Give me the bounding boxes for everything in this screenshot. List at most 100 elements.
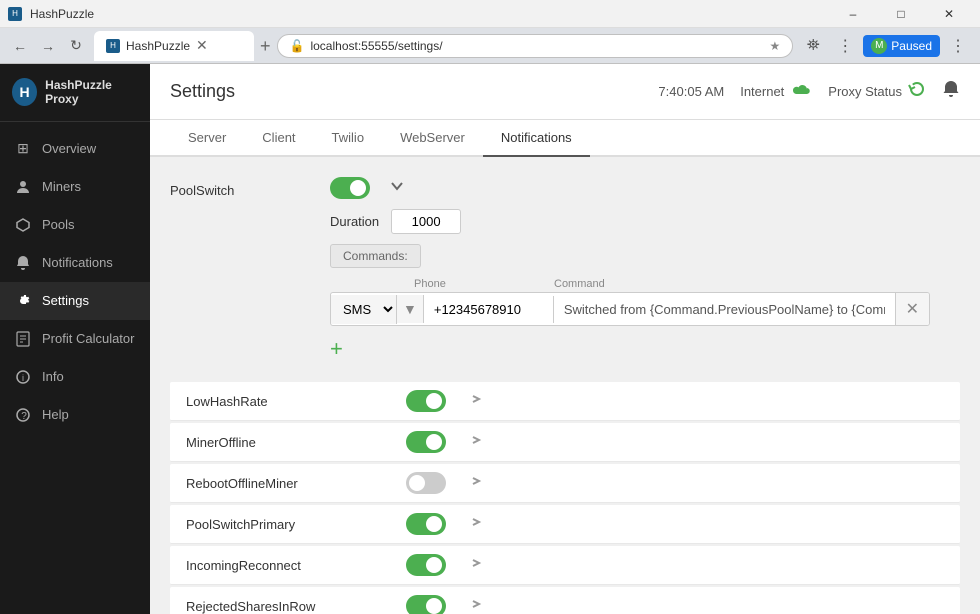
pool-switch-label: PoolSwitch (170, 177, 330, 198)
settings-nav-icon (14, 292, 32, 310)
bell-icon[interactable] (942, 80, 960, 103)
maximize-button[interactable]: □ (878, 0, 924, 28)
sidebar-label-profit-calculator: Profit Calculator (42, 331, 134, 346)
tab-webserver[interactable]: WebServer (382, 120, 483, 157)
reboot-offline-miner-expand[interactable] (470, 474, 482, 492)
miners-icon (14, 178, 32, 196)
proxy-status: Proxy Status (828, 80, 926, 103)
sidebar-logo: H HashPuzzle Proxy (0, 64, 150, 122)
sidebar-label-info: Info (42, 369, 64, 384)
browser-toolbar: ← → ↻ H HashPuzzle ✕ + 🔓 localhost:55555… (0, 28, 980, 64)
low-hash-rate-expand[interactable] (470, 392, 482, 410)
internet-status: Internet (740, 81, 812, 102)
page-header: Settings 7:40:05 AM Internet Proxy Statu… (150, 64, 980, 120)
incoming-reconnect-toggle[interactable] (406, 554, 446, 576)
sidebar-item-notifications[interactable]: Notifications (0, 244, 150, 282)
add-sms-button[interactable]: + (330, 336, 960, 362)
sidebar-item-miners[interactable]: Miners (0, 168, 150, 206)
duration-label: Duration (330, 214, 379, 229)
new-tab-button[interactable]: + (260, 37, 271, 55)
sidebar-label-notifications: Notifications (42, 255, 113, 270)
svg-text:?: ? (21, 411, 27, 422)
extensions-icon[interactable]: ⛯ (799, 32, 827, 60)
logo-text: HashPuzzle Proxy (45, 78, 138, 107)
overview-icon: ⊞ (14, 140, 32, 158)
tab-close-icon[interactable]: ✕ (196, 37, 208, 54)
list-item: RebootOfflineMiner (170, 464, 960, 503)
proxy-refresh-icon[interactable] (908, 80, 926, 103)
notification-items-list: LowHashRate MinerOffline (170, 382, 960, 614)
notifications-icon (14, 254, 32, 272)
incoming-reconnect-label: IncomingReconnect (186, 558, 406, 573)
user-avatar: M (871, 38, 887, 54)
sidebar-item-overview[interactable]: ⊞ Overview (0, 130, 150, 168)
profit-calculator-icon (14, 330, 32, 348)
close-button[interactable]: ✕ (926, 0, 972, 28)
cloud-icon (788, 81, 812, 102)
address-bar[interactable]: 🔓 localhost:55555/settings/ ★ (277, 34, 794, 58)
tab-title: HashPuzzle (126, 39, 190, 53)
content-area: PoolSwitch Duration (150, 157, 980, 614)
title-bar: H HashPuzzle – □ ✕ (0, 0, 980, 28)
app-favicon: H (8, 7, 22, 21)
sidebar-label-miners: Miners (42, 179, 81, 194)
pool-switch-primary-label: PoolSwitchPrimary (186, 517, 406, 532)
forward-button[interactable]: → (36, 34, 60, 58)
logo-icon: H (12, 78, 37, 106)
back-button[interactable]: ← (8, 34, 32, 58)
browser-tab[interactable]: H HashPuzzle ✕ (94, 31, 254, 61)
sidebar-item-pools[interactable]: Pools (0, 206, 150, 244)
pool-switch-primary-toggle[interactable] (406, 513, 446, 535)
sidebar-item-profit-calculator[interactable]: Profit Calculator (0, 320, 150, 358)
tab-client[interactable]: Client (244, 120, 313, 157)
pool-switch-toggle[interactable] (330, 177, 370, 199)
info-icon: i (14, 368, 32, 386)
command-input[interactable] (554, 296, 895, 323)
sms-row: SMS ▼ ✕ (330, 292, 930, 326)
sms-delete-button[interactable]: ✕ (895, 293, 929, 325)
low-hash-rate-toggle[interactable] (406, 390, 446, 412)
settings-icon[interactable]: ⋮ (831, 32, 859, 60)
reboot-offline-miner-toggle[interactable] (406, 472, 446, 494)
list-item: RejectedSharesInRow (170, 587, 960, 614)
miner-offline-toggle[interactable] (406, 431, 446, 453)
sidebar-item-settings[interactable]: Settings (0, 282, 150, 320)
rejected-shares-in-row-expand[interactable] (470, 597, 482, 614)
pool-switch-primary-expand[interactable] (470, 515, 482, 533)
sidebar-label-overview: Overview (42, 141, 96, 156)
phone-input[interactable] (424, 296, 554, 323)
star-icon[interactable]: ★ (770, 39, 781, 53)
reload-button[interactable]: ↻ (64, 34, 88, 58)
sms-type-select[interactable]: SMS (331, 295, 397, 324)
sidebar-item-info[interactable]: i Info (0, 358, 150, 396)
sidebar: H HashPuzzle Proxy ⊞ Overview Miners Poo… (0, 64, 150, 614)
incoming-reconnect-expand[interactable] (470, 556, 482, 574)
rejected-shares-in-row-label: RejectedSharesInRow (186, 599, 406, 614)
window-controls: – □ ✕ (830, 0, 972, 28)
command-col-header: Command (554, 278, 605, 290)
list-item: PoolSwitchPrimary (170, 505, 960, 544)
pools-icon (14, 216, 32, 234)
list-item: MinerOffline (170, 423, 960, 462)
phone-col-header: Phone (414, 278, 554, 290)
tab-twilio[interactable]: Twilio (314, 120, 383, 157)
rejected-shares-in-row-toggle[interactable] (406, 595, 446, 614)
tab-notifications[interactable]: Notifications (483, 120, 590, 157)
minimize-button[interactable]: – (830, 0, 876, 28)
miner-offline-expand[interactable] (470, 433, 482, 451)
sidebar-item-help[interactable]: ? Help (0, 396, 150, 434)
svg-text:i: i (22, 373, 24, 383)
list-item: LowHashRate (170, 382, 960, 421)
duration-input[interactable] (391, 209, 461, 234)
reboot-offline-miner-label: RebootOfflineMiner (186, 476, 406, 491)
commands-button[interactable]: Commands: (330, 244, 421, 268)
menu-icon[interactable]: ⋮ (944, 32, 972, 60)
pool-switch-expand[interactable] (390, 177, 404, 198)
pool-switch-slider (330, 177, 370, 199)
tab-server[interactable]: Server (170, 120, 244, 157)
pool-switch-details: Duration Commands: Phone Command SMS ▼ (330, 209, 960, 362)
paused-button[interactable]: M Paused (863, 35, 940, 57)
lock-icon: 🔓 (290, 39, 305, 53)
page-title: Settings (170, 81, 235, 102)
paused-label: Paused (891, 39, 932, 53)
